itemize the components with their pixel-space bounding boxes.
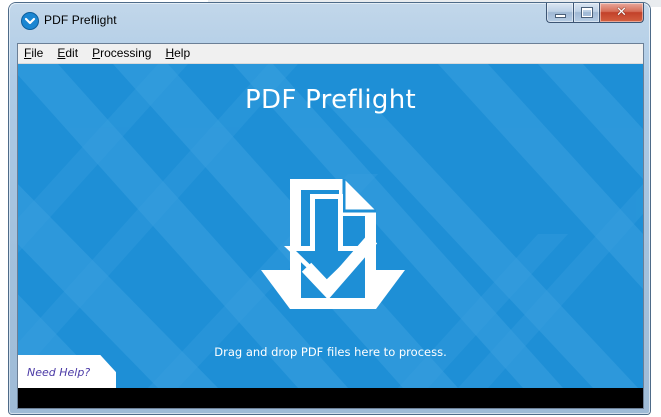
status-bar [18,388,643,408]
app-window: PDF Preflight ✕ File Edit Processing Hel… [9,3,650,414]
app-icon [21,12,39,30]
maximize-button[interactable] [573,3,599,23]
need-help-link[interactable]: Need Help? [27,366,90,379]
close-button[interactable]: ✕ [599,3,644,23]
client-area: File Edit Processing Help PDF Preflight … [17,43,644,409]
caption-buttons: ✕ [546,3,644,23]
help-tab[interactable]: Need Help? [18,355,116,388]
minimize-button[interactable] [546,3,573,23]
window-title: PDF Preflight [44,13,117,27]
drop-hint-text: Drag and drop PDF files here to process. [214,345,447,359]
menu-file[interactable]: File [18,44,50,63]
menu-processing[interactable]: Processing [85,44,158,63]
menu-edit[interactable]: Edit [50,44,85,63]
title-bar[interactable]: PDF Preflight ✕ [9,3,650,40]
minimize-icon [555,15,565,17]
document-download-check-icon [261,179,405,309]
drop-zone[interactable]: PDF Preflight Drag and drop PDF files he… [18,64,643,388]
menu-bar: File Edit Processing Help [18,44,643,64]
menu-help[interactable]: Help [158,44,197,63]
page-title: PDF Preflight [245,85,416,115]
maximize-icon [581,8,592,17]
close-icon: ✕ [616,5,627,20]
